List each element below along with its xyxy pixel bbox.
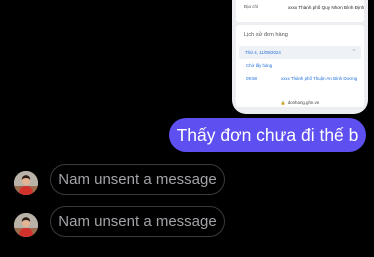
address-value: xxxx Thành phố Quy Nhơn Bình Định	[288, 5, 365, 10]
event-time: 09:58	[246, 76, 257, 81]
order-history-card: Lịch sử đơn hàng Thứ 4, 11/09/2024 ⌃ Chờ…	[236, 25, 364, 107]
lock-icon: 🔒	[280, 100, 286, 105]
event-location: xxxx Thành phố Thuận An Bình Dương	[281, 76, 358, 81]
avatar[interactable]	[14, 171, 38, 195]
unsent-message-notice: Nam unsent a message	[50, 206, 225, 237]
address-card: Địa chỉ xxxx Thành phố Quy Nhơn Bình Địn…	[236, 0, 364, 22]
url-text: donhang.ghn.vn	[287, 100, 320, 105]
outgoing-message-bubble[interactable]: Thấy đơn chưa đi thế b	[169, 118, 366, 152]
address-label: Địa chỉ	[244, 4, 259, 9]
url-bar: 🔒 donhang.ghn.vn	[232, 100, 368, 110]
chevron-up-icon: ⌃	[351, 49, 356, 55]
status-label: Chờ lấy hàng	[246, 63, 273, 68]
unsent-message-notice: Nam unsent a message	[50, 164, 225, 195]
history-date-row: Thứ 4, 11/09/2024 ⌃	[239, 46, 361, 59]
chat-thread: Địa chỉ xxxx Thành phố Quy Nhơn Bình Địn…	[0, 0, 374, 257]
shared-image-order-tracking[interactable]: Địa chỉ xxxx Thành phố Quy Nhơn Bình Địn…	[232, 0, 368, 114]
history-date: Thứ 4, 11/09/2024	[245, 50, 281, 55]
order-history-title: Lịch sử đơn hàng	[244, 32, 288, 38]
avatar[interactable]	[14, 213, 38, 237]
